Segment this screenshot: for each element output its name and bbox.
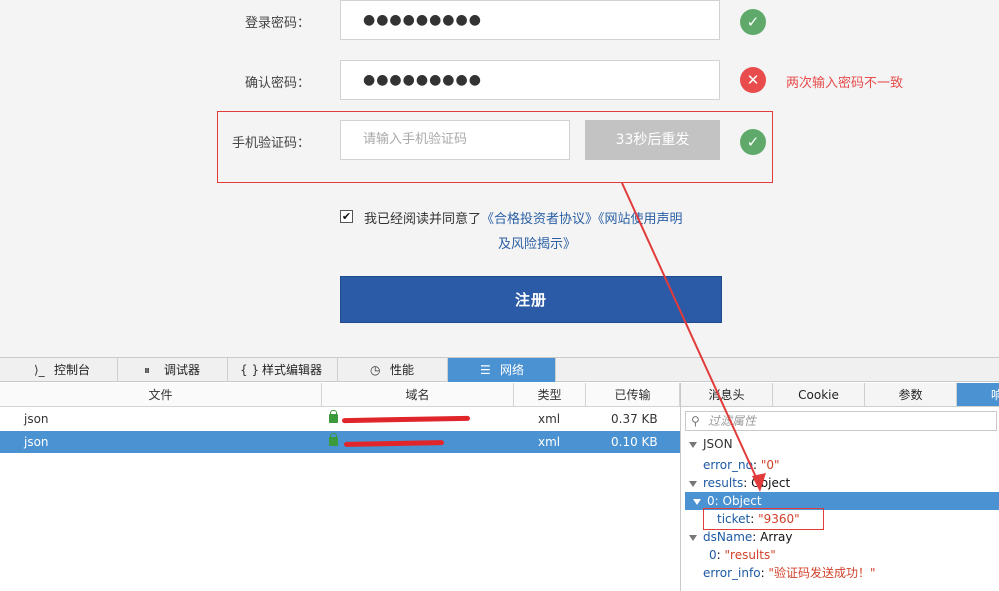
style-editor-icon: { }: [240, 363, 260, 377]
tree-error-no[interactable]: error_no: "0": [703, 456, 780, 474]
key-error-info: error_info: [703, 566, 761, 580]
confirm-password-label: 确认密码：: [244, 76, 310, 91]
tab-style-editor-label: 样式编辑器: [262, 363, 323, 377]
column-transferred[interactable]: 已传输: [586, 383, 680, 407]
confirm-password-input[interactable]: ●●●●●●●●●: [340, 60, 720, 100]
request-size: 0.37 KB: [611, 412, 658, 426]
console-icon: ⟩_: [34, 363, 45, 377]
agree-prefix: 我已经阅读并同意了: [364, 212, 482, 227]
tree-dsname-0[interactable]: 0: "results": [709, 546, 776, 564]
risk-disclosure-link[interactable]: 及风险揭示》: [498, 237, 576, 252]
tree-dsname[interactable]: dsName: Array: [689, 528, 792, 546]
expand-triangle-icon: [689, 441, 697, 448]
val-error-no: "0": [760, 458, 780, 472]
tab-performance[interactable]: ◷ 性能: [338, 358, 448, 382]
column-domain[interactable]: 域名: [322, 383, 514, 407]
tab-response[interactable]: 响应: [957, 383, 999, 407]
tab-headers[interactable]: 消息头: [681, 383, 773, 407]
request-type: xml: [538, 412, 561, 426]
tab-debugger-label: 调试器: [164, 363, 201, 377]
agreement-text: 我已经阅读并同意了《合格投资者协议》《网站使用声明: [364, 208, 683, 227]
network-icon: ☰: [480, 363, 491, 377]
column-type[interactable]: 类型: [514, 383, 586, 407]
agree-checkbox[interactable]: ✔: [340, 210, 353, 223]
tree-results[interactable]: results: Object: [689, 474, 790, 492]
redaction-mark: [341, 415, 471, 424]
password-label: 登录密码：: [244, 16, 310, 31]
investor-agreement-link[interactable]: 《合格投资者协议》: [481, 212, 598, 227]
password-ok-icon: ✓: [740, 9, 766, 35]
tab-network[interactable]: ☰ 网络: [448, 358, 556, 382]
key-results-0: 0: [707, 494, 715, 508]
request-row[interactable]: json xml 0.37 KB: [0, 408, 680, 430]
json-root[interactable]: JSON: [689, 435, 733, 453]
sms-code-label: 手机验证码：: [231, 136, 310, 151]
val-dsname: Array: [760, 530, 793, 544]
request-file: json: [24, 412, 49, 426]
site-statement-link[interactable]: 《网站使用声明: [598, 212, 683, 227]
resend-code-button[interactable]: 33秒后重发: [585, 120, 720, 160]
key-results: results: [703, 476, 744, 490]
devtools-tabbar: ⟩_ 控制台 ⏸ 调试器 { } 样式编辑器 ◷ 性能 ☰ 网络: [0, 358, 999, 382]
debugger-icon: ⏸: [144, 363, 151, 377]
json-root-label: JSON: [703, 437, 733, 451]
val-results: Object: [751, 476, 791, 490]
confirm-error-icon: ✕: [740, 67, 766, 93]
expand-triangle-icon: [689, 534, 697, 541]
lock-icon: [329, 433, 338, 446]
filter-properties-input[interactable]: ⚲ 过滤属性: [685, 411, 997, 431]
tab-network-label: 网络: [500, 363, 525, 377]
tab-params[interactable]: 参数: [865, 383, 957, 407]
lock-icon: [329, 410, 338, 423]
key-dsname-0: 0: [709, 548, 717, 562]
key-error-no: error_no: [703, 458, 753, 472]
tab-style-editor[interactable]: { } 样式编辑器: [228, 358, 338, 382]
devtools-panel: ⟩_ 控制台 ⏸ 调试器 { } 样式编辑器 ◷ 性能 ☰ 网络 文件 域名 类…: [0, 357, 999, 591]
tab-console[interactable]: ⟩_ 控制台: [0, 358, 118, 382]
redaction-mark: [343, 440, 445, 447]
tab-debugger[interactable]: ⏸ 调试器: [118, 358, 228, 382]
filter-placeholder: 过滤属性: [708, 414, 757, 428]
search-icon: ⚲: [691, 414, 700, 428]
agreement-text-line2: 及风险揭示》: [498, 233, 576, 252]
key-dsname: dsName: [703, 530, 753, 544]
response-panel: 消息头 Cookie 参数 响应 ⚲ 过滤属性 JSON error_no: "…: [680, 383, 999, 591]
expand-triangle-icon: [689, 480, 697, 487]
ticket-highlight-box: [703, 508, 824, 530]
request-row[interactable]: json xml 0.10 KB: [0, 431, 680, 453]
sms-code-input[interactable]: 请输入手机验证码: [340, 120, 570, 160]
tab-console-label: 控制台: [54, 363, 91, 377]
request-type: xml: [538, 435, 561, 449]
password-input[interactable]: ●●●●●●●●●: [340, 0, 720, 40]
request-size: 0.10 KB: [611, 435, 658, 449]
val-error-info: "验证码发送成功！": [768, 566, 876, 580]
val-results-0: Object: [722, 494, 762, 508]
performance-icon: ◷: [370, 363, 381, 377]
register-button[interactable]: 注册: [340, 276, 722, 323]
val-dsname-0: "results": [724, 548, 776, 562]
expand-triangle-icon: [693, 498, 701, 505]
request-file: json: [24, 435, 49, 449]
confirm-error-message: 两次输入密码不一致: [786, 76, 904, 91]
sms-ok-icon: ✓: [740, 129, 766, 155]
column-file[interactable]: 文件: [0, 383, 322, 407]
tab-cookie[interactable]: Cookie: [773, 383, 865, 407]
tab-performance-label: 性能: [390, 363, 415, 377]
tree-error-info[interactable]: error_info: "验证码发送成功！": [703, 564, 875, 582]
